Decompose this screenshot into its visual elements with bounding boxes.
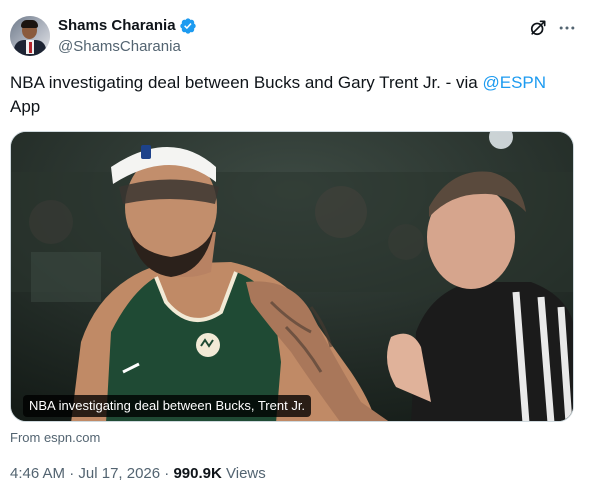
author-display-name[interactable]: Shams Charania	[58, 16, 176, 36]
views-label: Views	[221, 465, 266, 482]
grok-icon[interactable]	[528, 18, 548, 38]
meta-separator: ·	[65, 465, 79, 482]
tweet-date[interactable]: Jul 17, 2026	[78, 465, 160, 482]
tweet-meta: 4:46 AM · Jul 17, 2026 · 990.9K Views	[10, 464, 266, 484]
tweet-header: Shams Charania @ShamsCharania	[8, 14, 583, 58]
author-name-row: Shams Charania	[58, 16, 197, 36]
tweet-time[interactable]: 4:46 AM	[10, 465, 65, 482]
meta-separator: ·	[160, 465, 174, 482]
author-handle[interactable]: @ShamsCharania	[58, 37, 181, 57]
tweet-text-body: NBA investigating deal between Bucks and…	[10, 73, 483, 92]
link-card[interactable]: NBA investigating deal between Bucks, Tr…	[10, 131, 574, 422]
card-source[interactable]: From espn.com	[10, 429, 100, 447]
mention-link[interactable]: @ESPN	[482, 73, 546, 92]
tweet-text-tail: App	[10, 97, 41, 116]
views-count: 990.9K	[173, 465, 222, 482]
avatar[interactable]	[10, 16, 50, 56]
more-icon[interactable]	[557, 18, 577, 38]
card-caption: NBA investigating deal between Bucks, Tr…	[23, 395, 312, 417]
verified-badge-icon[interactable]	[179, 17, 197, 35]
card-photo	[11, 132, 573, 421]
tweet-text: NBA investigating deal between Bucks and…	[10, 71, 570, 119]
